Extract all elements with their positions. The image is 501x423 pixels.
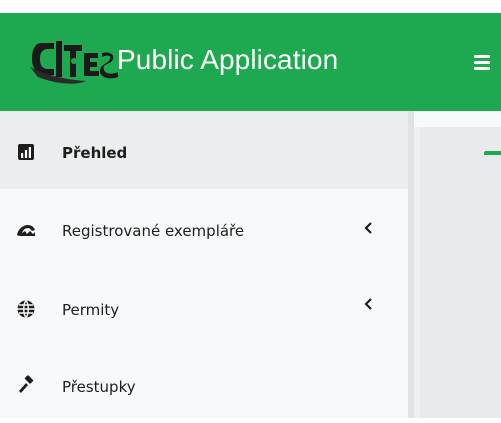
hamburger-icon[interactable] — [474, 55, 490, 70]
sidebar-item-label: Přehled — [62, 144, 128, 162]
sidebar-item-prehled[interactable]: Přehled — [0, 111, 408, 189]
sidebar-item-permity[interactable]: Permity — [0, 267, 408, 345]
top-header: Public Application — [0, 13, 501, 111]
dashboard-icon — [18, 144, 34, 160]
sidebar: Přehled Registrované exempláře Permity P… — [0, 111, 408, 418]
gavel-icon — [19, 375, 34, 393]
content-topband — [414, 111, 501, 127]
chevron-left-icon — [364, 298, 372, 310]
chevron-left-icon — [364, 222, 372, 234]
card-accent — [484, 151, 501, 155]
app-title: Public Application — [117, 44, 339, 75]
sidebar-item-prestupky[interactable]: Přestupky — [0, 345, 408, 423]
sidebar-item-label: Permity — [62, 301, 120, 319]
sidebar-item-label: Registrované exempláře — [62, 222, 245, 240]
animal-icon — [17, 225, 35, 236]
content-card — [420, 127, 501, 418]
globe-icon — [17, 300, 35, 318]
sidebar-item-label: Přestupky — [62, 378, 136, 396]
sidebar-item-registrovane-exemplare[interactable]: Registrované exempláře — [0, 189, 408, 267]
